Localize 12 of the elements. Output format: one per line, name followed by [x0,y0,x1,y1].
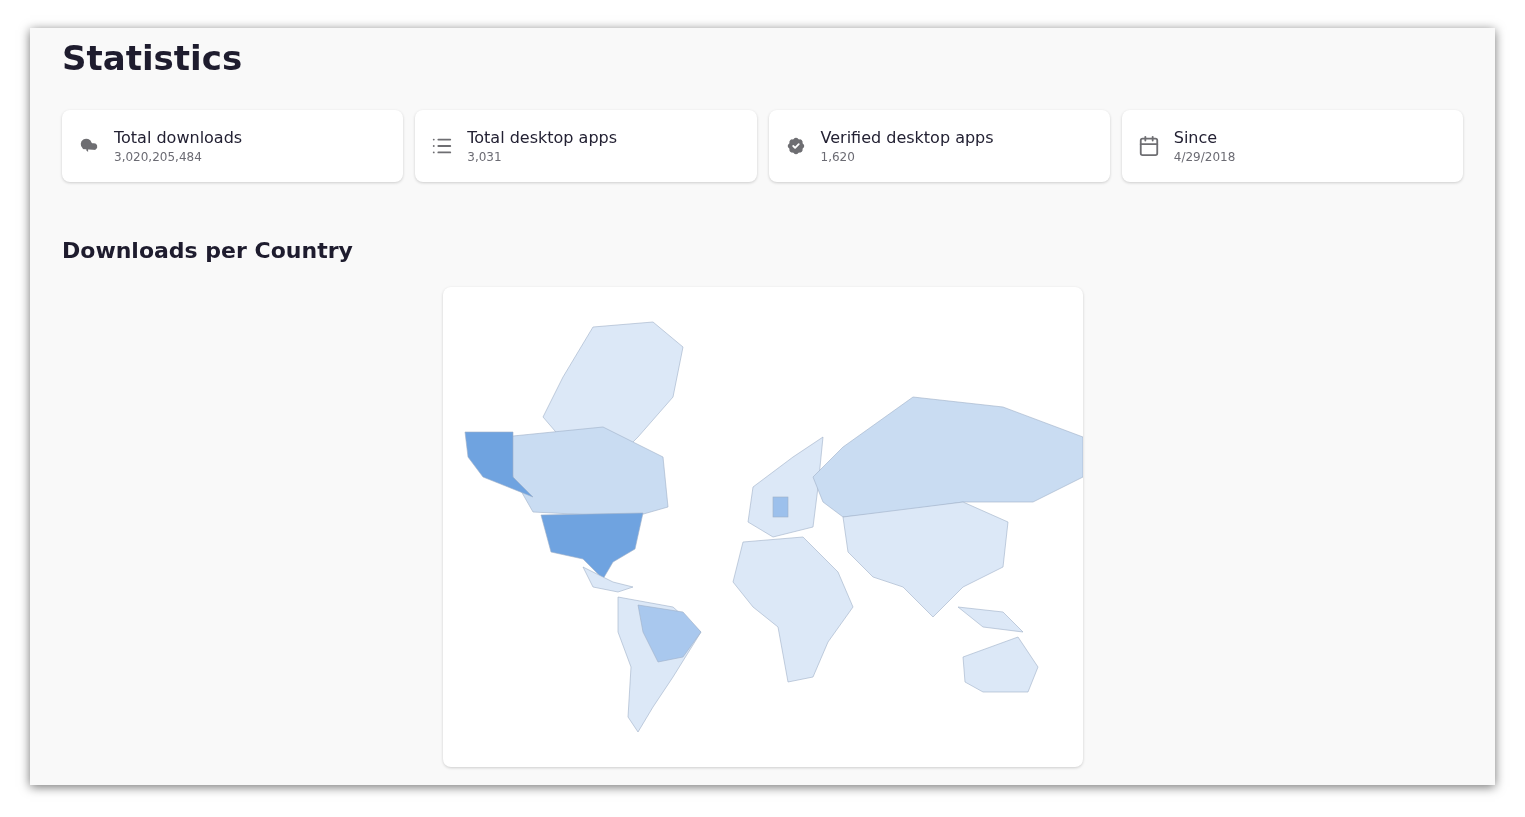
stat-label: Verified desktop apps [820,128,994,147]
calendar-icon [1137,135,1160,157]
stat-value: 3,020,205,484 [114,150,203,164]
stat-label: Total downloads [114,128,243,147]
verified-badge-icon [784,135,807,157]
stat-value: 4/29/2018 [1173,150,1236,164]
page-title: Statistics [62,37,244,78]
stat-label: Since [1173,128,1219,147]
stat-value: 3,031 [467,150,503,164]
section-heading: Downloads per Country [62,238,354,263]
stat-label: Total desktop apps [467,128,618,147]
stat-value: 1,620 [820,150,856,164]
